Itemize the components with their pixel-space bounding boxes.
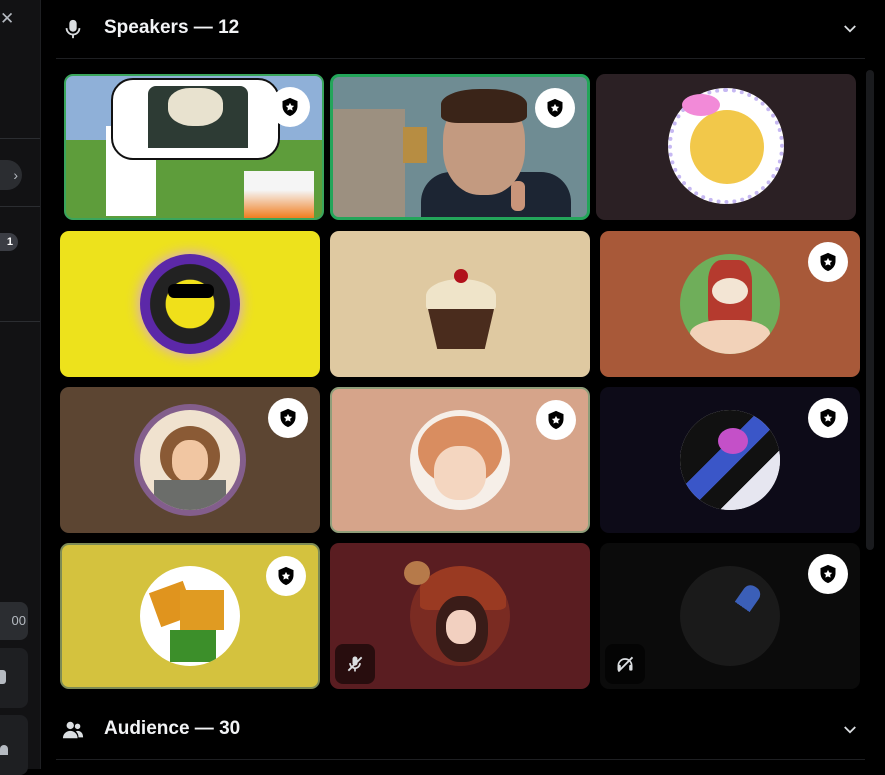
cupcake-cherry — [454, 269, 468, 283]
speech-bubble — [111, 78, 280, 160]
avatar — [140, 254, 240, 354]
avatar — [140, 566, 240, 666]
moderator-badge — [808, 242, 848, 282]
shield-star-icon — [820, 252, 836, 272]
shield-star-icon — [278, 566, 294, 586]
bed-background — [333, 109, 405, 217]
speaker-tile[interactable] — [330, 543, 590, 689]
speaker-tile[interactable] — [330, 387, 590, 533]
speakers-title: Speakers — 12 — [104, 17, 240, 38]
sidebar-divider — [0, 321, 40, 322]
sidebar-divider — [0, 206, 40, 207]
avatar — [680, 566, 780, 666]
sidebar-pill[interactable]: 00 — [0, 602, 28, 640]
speaker-tile[interactable] — [600, 387, 860, 533]
close-icon[interactable]: ✕ — [0, 10, 16, 28]
people-icon — [62, 721, 84, 739]
teddy-bear-image — [404, 561, 430, 585]
avatar — [680, 254, 780, 354]
headset-off-icon — [617, 656, 634, 673]
flags-background — [403, 127, 427, 163]
sidebar-button[interactable] — [0, 648, 28, 708]
cupcake-frosting — [426, 279, 496, 313]
sidebar-divider — [0, 138, 40, 139]
audience-section-header[interactable]: Audience — 30 — [56, 701, 865, 760]
shield-star-icon — [280, 408, 296, 428]
fire-image — [244, 171, 314, 218]
speaker-video-tile[interactable] — [330, 74, 590, 220]
person-finger — [511, 181, 525, 211]
person-face — [441, 89, 527, 195]
chevron-right-icon[interactable]: › — [0, 160, 22, 190]
shield-star-icon — [820, 564, 836, 584]
audience-title: Audience — 30 — [104, 718, 241, 739]
speaker-tile[interactable] — [60, 231, 320, 377]
moderator-badge — [268, 398, 308, 438]
speaker-tile[interactable] — [600, 231, 860, 377]
deafened-indicator — [605, 644, 645, 684]
avatar — [410, 410, 510, 510]
channel-sidebar-edge: ✕ › 1 00 — [0, 0, 41, 775]
speaker-tile[interactable] — [600, 543, 860, 689]
notification-badge: 1 — [0, 233, 18, 251]
moderator-badge — [266, 556, 306, 596]
speaker-tile[interactable] — [330, 231, 590, 377]
speaker-tile[interactable] — [60, 387, 320, 533]
chevron-down-icon[interactable] — [841, 721, 859, 739]
speaker-tile[interactable] — [64, 74, 324, 220]
shield-star-icon — [548, 410, 564, 430]
avatar — [140, 410, 240, 510]
avatar — [668, 88, 784, 204]
avatar — [680, 410, 780, 510]
muted-indicator — [335, 644, 375, 684]
microphone-icon — [65, 19, 81, 39]
speaker-tile[interactable] — [596, 74, 856, 220]
speakers-section-header[interactable]: Speakers — 12 — [56, 0, 865, 59]
moderator-badge — [808, 554, 848, 594]
scrollbar[interactable] — [866, 70, 874, 550]
speaker-tile[interactable] — [60, 543, 320, 689]
shield-star-icon — [820, 408, 836, 428]
moderator-badge — [536, 400, 576, 440]
cupcake-base — [428, 309, 494, 349]
moderator-badge — [808, 398, 848, 438]
shield-star-icon — [547, 98, 563, 118]
chevron-down-icon[interactable] — [841, 20, 859, 38]
moderator-badge — [535, 88, 575, 128]
sidebar-button[interactable] — [0, 715, 28, 775]
mic-muted-icon — [347, 656, 363, 672]
moderator-badge — [270, 87, 310, 127]
shield-star-icon — [282, 97, 298, 117]
